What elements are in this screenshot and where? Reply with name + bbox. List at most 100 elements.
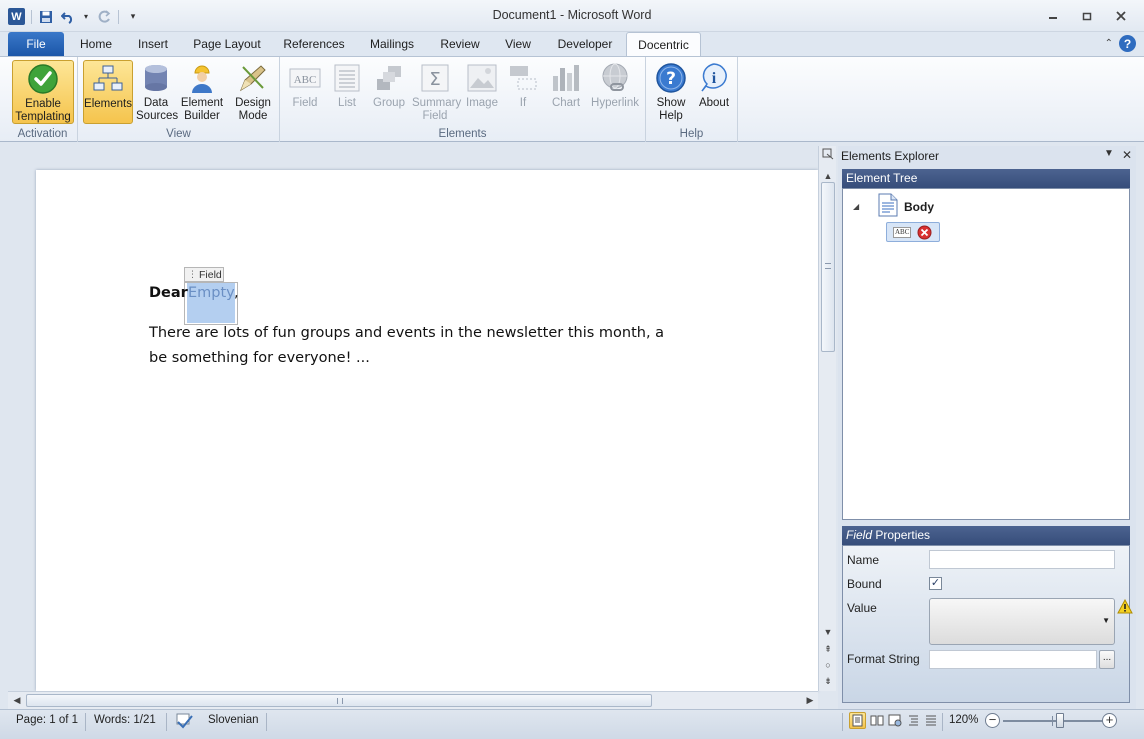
summary-field-button[interactable]: Σ Summary Field xyxy=(412,60,462,124)
group-label-help: Help xyxy=(679,128,704,140)
summary-field-label: Summary Field xyxy=(412,97,462,122)
tree-expand-icon[interactable]: ◢ xyxy=(853,202,859,211)
scroll-right-icon[interactable]: ▶ xyxy=(804,694,816,706)
elements-tree-icon xyxy=(92,63,124,95)
tree-node-field[interactable]: ABC xyxy=(886,222,940,242)
format-string-input[interactable] xyxy=(929,650,1097,669)
minimize-ribbon-icon[interactable]: ⌃ xyxy=(1105,38,1113,49)
if-label: If xyxy=(519,97,527,109)
element-tree[interactable]: ◢ Body ABC xyxy=(842,188,1130,520)
language-indicator[interactable]: Slovenian xyxy=(208,714,259,726)
select-browse-object-icon[interactable]: ○ xyxy=(822,659,834,671)
thumb-grip-icon xyxy=(825,263,831,269)
vertical-scroll-thumb[interactable] xyxy=(821,182,835,352)
pane-menu-icon[interactable]: ▼ xyxy=(1104,148,1114,162)
list-button[interactable]: List xyxy=(330,60,364,124)
question-icon: ? xyxy=(655,62,687,94)
name-input[interactable] xyxy=(929,550,1115,569)
document-area xyxy=(8,146,818,691)
bound-checkbox[interactable]: ✓ xyxy=(929,577,942,590)
tree-node-body[interactable]: Body xyxy=(904,200,934,214)
horizontal-scrollbar[interactable]: ◀ ▶ xyxy=(8,691,818,709)
image-button[interactable]: Image xyxy=(462,60,502,124)
help-icon[interactable]: ? xyxy=(1119,35,1136,52)
ribbon: Enable Templating Activation Elements Da… xyxy=(0,56,1144,142)
pane-close-icon[interactable]: ✕ xyxy=(1122,148,1132,162)
checkmark-icon xyxy=(27,63,59,95)
chart-icon xyxy=(550,62,582,94)
if-button[interactable]: If xyxy=(508,60,538,124)
builder-person-icon xyxy=(186,62,218,94)
explorer-title: Elements Explorer xyxy=(841,149,940,163)
tab-file[interactable]: File xyxy=(8,32,64,56)
zoom-level[interactable]: 120% xyxy=(949,714,978,726)
document-page[interactable] xyxy=(36,170,818,691)
field-placeholder-empty[interactable]: Empty xyxy=(188,285,235,301)
tab-view[interactable]: View xyxy=(496,32,540,56)
status-bar: Page: 1 of 1 Words: 1/21 Slovenian 120% … xyxy=(0,709,1144,739)
horizontal-scroll-thumb[interactable] xyxy=(26,694,652,707)
window-title: Document1 - Microsoft Word xyxy=(492,8,652,22)
page-count[interactable]: Page: 1 of 1 xyxy=(16,714,78,726)
image-label: Image xyxy=(466,97,498,109)
close-window-icon[interactable] xyxy=(1104,6,1138,26)
field-abc-icon: ABC xyxy=(289,62,321,94)
ruler-toggle-icon[interactable] xyxy=(822,148,834,160)
tab-insert[interactable]: Insert xyxy=(128,32,178,56)
data-sources-button[interactable]: Data Sources xyxy=(134,60,178,124)
tab-home[interactable]: Home xyxy=(72,32,120,56)
about-button[interactable]: i About xyxy=(694,60,734,124)
about-label: About xyxy=(698,97,730,109)
view-outline-icon[interactable] xyxy=(906,714,920,730)
zoom-in-icon[interactable]: + xyxy=(1102,713,1117,728)
chart-button[interactable]: Chart xyxy=(546,60,586,124)
status-separator xyxy=(942,713,943,731)
tab-references[interactable]: References xyxy=(276,32,352,56)
element-builder-button[interactable]: Element Builder xyxy=(178,60,226,124)
body-line-1: There are lots of fun groups and events … xyxy=(149,325,665,341)
format-browse-button[interactable]: ... xyxy=(1099,650,1115,669)
element-tree-header: Element Tree xyxy=(842,169,1130,188)
view-full-screen-reading-icon[interactable] xyxy=(870,714,884,730)
field-abc-badge: ABC xyxy=(893,227,912,238)
design-pencil-icon xyxy=(237,62,269,94)
tab-mailings[interactable]: Mailings xyxy=(360,32,424,56)
scroll-left-icon[interactable]: ◀ xyxy=(11,694,23,706)
minimize-icon[interactable] xyxy=(1036,6,1070,26)
tab-page-layout[interactable]: Page Layout xyxy=(186,32,268,56)
group-label-view: View xyxy=(166,128,191,140)
scroll-down-icon[interactable]: ▼ xyxy=(822,626,834,638)
view-web-layout-icon[interactable] xyxy=(888,714,902,730)
group-label-activation: Activation xyxy=(17,128,68,140)
proofing-icon[interactable] xyxy=(175,713,193,732)
image-icon xyxy=(466,62,498,94)
show-help-button[interactable]: ? Show Help xyxy=(650,60,692,124)
vertical-scrollbar[interactable]: ▲ ▼ ⇞ ○ ⇟ xyxy=(818,146,836,691)
zoom-slider-thumb[interactable] xyxy=(1056,713,1064,728)
hyperlink-button[interactable]: Hyperlink xyxy=(588,60,642,124)
zoom-slider[interactable] xyxy=(1003,713,1103,728)
word-count[interactable]: Words: 1/21 xyxy=(94,714,156,726)
field-tag-chip[interactable]: ⋮ Field xyxy=(184,267,224,282)
restore-icon[interactable] xyxy=(1070,6,1104,26)
body-line-2: be something for everyone! ... xyxy=(149,350,370,366)
next-page-icon[interactable]: ⇟ xyxy=(822,675,834,687)
design-mode-button[interactable]: Design Mode xyxy=(230,60,276,124)
view-print-layout-icon[interactable] xyxy=(849,712,866,729)
field-button[interactable]: ABC Field xyxy=(286,60,324,124)
tab-docentric[interactable]: Docentric xyxy=(626,32,701,56)
salutation-comma: , xyxy=(234,285,239,301)
elements-button[interactable]: Elements xyxy=(83,60,133,124)
value-label: Value xyxy=(847,601,877,615)
tab-developer[interactable]: Developer xyxy=(548,32,622,56)
group-button[interactable]: Group xyxy=(370,60,408,124)
previous-page-icon[interactable]: ⇞ xyxy=(822,643,834,655)
value-dropdown[interactable]: ▼ xyxy=(929,598,1115,645)
chevron-down-icon: ▼ xyxy=(1102,616,1110,625)
scroll-up-icon[interactable]: ▲ xyxy=(822,170,834,182)
tab-review[interactable]: Review xyxy=(432,32,488,56)
enable-templating-button[interactable]: Enable Templating xyxy=(12,60,74,124)
group-elements: ABC Field List Group Σ Summary Field Ima… xyxy=(280,57,646,142)
zoom-out-icon[interactable]: − xyxy=(985,713,1000,728)
view-draft-icon[interactable] xyxy=(924,714,938,730)
